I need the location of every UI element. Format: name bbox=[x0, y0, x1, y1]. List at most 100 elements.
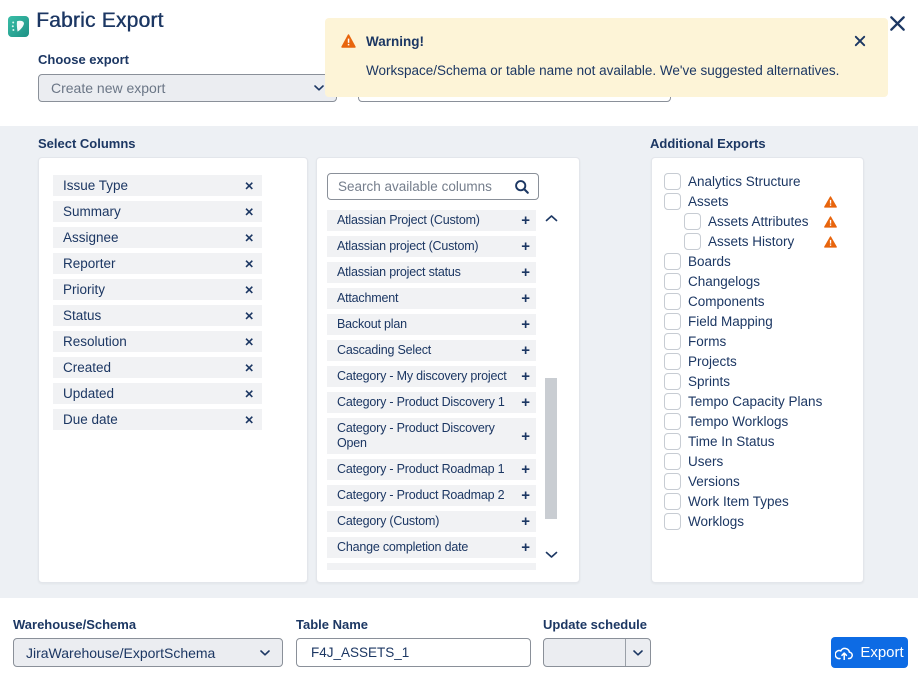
add-column-icon[interactable]: + bbox=[521, 418, 530, 454]
checkbox[interactable] bbox=[664, 413, 681, 430]
additional-export-label: Worklogs bbox=[688, 514, 744, 529]
remove-column-icon[interactable]: ✕ bbox=[244, 257, 254, 271]
add-column-icon[interactable]: + bbox=[521, 485, 530, 506]
additional-export-label: Assets bbox=[688, 194, 729, 209]
export-button[interactable]: Export bbox=[831, 637, 908, 668]
available-column-label: Category - Product Roadmap 2 bbox=[337, 488, 504, 503]
additional-export-label: Users bbox=[688, 454, 723, 469]
additional-export-label: Changelogs bbox=[688, 274, 760, 289]
scrollbar-thumb[interactable] bbox=[545, 378, 557, 519]
remove-column-icon[interactable]: ✕ bbox=[244, 335, 254, 349]
add-column-icon[interactable]: + bbox=[521, 288, 530, 309]
choose-export-select[interactable]: Create new export bbox=[38, 74, 337, 102]
selected-column-label: Summary bbox=[63, 204, 244, 219]
additional-export-row: Sprints bbox=[664, 371, 855, 391]
available-column-item-partial bbox=[327, 563, 536, 570]
available-column-item: Backout plan + bbox=[327, 314, 536, 335]
available-column-label: Category - Product Discovery Open bbox=[337, 421, 507, 451]
checkbox[interactable] bbox=[664, 193, 681, 210]
additional-export-label: Components bbox=[688, 294, 765, 309]
additional-export-row: Analytics Structure bbox=[664, 171, 855, 191]
warning-title: Warning! bbox=[366, 34, 424, 49]
dialog-close-icon[interactable] bbox=[889, 15, 906, 37]
additional-export-row: Projects bbox=[664, 351, 855, 371]
add-column-icon[interactable]: + bbox=[521, 459, 530, 480]
available-column-label: Backout plan bbox=[337, 317, 407, 332]
additional-export-label: Field Mapping bbox=[688, 314, 773, 329]
available-column-item: Category - My discovery project+ bbox=[327, 366, 536, 387]
add-column-icon[interactable]: + bbox=[521, 262, 530, 283]
remove-column-icon[interactable]: ✕ bbox=[244, 413, 254, 427]
additional-exports-label: Additional Exports bbox=[650, 136, 766, 151]
table-name-input[interactable]: F4J_ASSETS_1 bbox=[296, 638, 531, 667]
remove-column-icon[interactable]: ✕ bbox=[244, 205, 254, 219]
select-columns-label: Select Columns bbox=[38, 136, 136, 151]
checkbox[interactable] bbox=[664, 333, 681, 350]
available-column-label: Attachment bbox=[337, 291, 398, 306]
scrollbar[interactable] bbox=[543, 210, 559, 562]
remove-column-icon[interactable]: ✕ bbox=[244, 387, 254, 401]
additional-export-row: Time In Status bbox=[664, 431, 855, 451]
selected-column-label: Resolution bbox=[63, 334, 244, 349]
selected-column-label: Due date bbox=[63, 412, 244, 427]
update-schedule-select[interactable] bbox=[543, 638, 651, 667]
choose-export-label: Choose export bbox=[38, 52, 129, 67]
available-column-item: Change completion date+ bbox=[327, 537, 536, 558]
checkbox[interactable] bbox=[664, 273, 681, 290]
add-column-icon[interactable]: + bbox=[521, 537, 530, 558]
add-column-icon[interactable]: + bbox=[521, 366, 530, 387]
add-column-icon[interactable]: + bbox=[521, 340, 530, 361]
add-column-icon[interactable]: + bbox=[521, 236, 530, 257]
checkbox[interactable] bbox=[664, 173, 681, 190]
additional-export-label: Assets Attributes bbox=[708, 214, 809, 229]
checkbox[interactable] bbox=[664, 373, 681, 390]
add-column-icon[interactable]: + bbox=[521, 210, 530, 231]
add-column-icon[interactable]: + bbox=[521, 314, 530, 335]
checkbox[interactable] bbox=[664, 393, 681, 410]
checkbox[interactable] bbox=[664, 313, 681, 330]
search-icon bbox=[514, 179, 530, 195]
additional-export-row: Assets Attributes bbox=[664, 211, 855, 231]
add-column-icon[interactable]: + bbox=[521, 392, 530, 413]
additional-export-row: Work Item Types bbox=[664, 491, 855, 511]
available-column-label: Category (Custom) bbox=[337, 514, 439, 529]
available-column-label: Category - Product Discovery 1 bbox=[337, 395, 505, 410]
checkbox[interactable] bbox=[664, 253, 681, 270]
warning-close-icon[interactable] bbox=[854, 34, 866, 52]
available-column-item: Category - Product Roadmap 1 + bbox=[327, 459, 536, 480]
checkbox[interactable] bbox=[684, 233, 701, 250]
available-column-label: Cascading Select bbox=[337, 343, 431, 358]
remove-column-icon[interactable]: ✕ bbox=[244, 361, 254, 375]
search-input[interactable]: Search available columns bbox=[327, 173, 539, 200]
checkbox[interactable] bbox=[664, 453, 681, 470]
remove-column-icon[interactable]: ✕ bbox=[244, 179, 254, 193]
remove-column-icon[interactable]: ✕ bbox=[244, 309, 254, 323]
additional-export-row: Assets bbox=[664, 191, 855, 211]
checkbox[interactable] bbox=[664, 353, 681, 370]
remove-column-icon[interactable]: ✕ bbox=[244, 283, 254, 297]
selected-column-item: Assignee✕ bbox=[53, 227, 262, 248]
selected-column-item: Resolution✕ bbox=[53, 331, 262, 352]
checkbox[interactable] bbox=[664, 293, 681, 310]
checkbox[interactable] bbox=[664, 493, 681, 510]
available-column-label: Atlassian Project (Custom) bbox=[337, 213, 480, 228]
scroll-up-icon[interactable] bbox=[544, 210, 558, 226]
table-name-value: F4J_ASSETS_1 bbox=[297, 645, 409, 660]
additional-exports-panel: Analytics Structure Assets Assets Attribut… bbox=[651, 157, 864, 583]
remove-column-icon[interactable]: ✕ bbox=[244, 231, 254, 245]
scroll-down-icon[interactable] bbox=[544, 546, 558, 562]
add-column-icon[interactable]: + bbox=[521, 511, 530, 532]
checkbox[interactable] bbox=[664, 473, 681, 490]
checkbox[interactable] bbox=[684, 213, 701, 230]
selected-column-item: Issue Type✕ bbox=[53, 175, 262, 196]
selected-columns-panel: Issue Type✕Summary✕Assignee✕Reporter✕Pri… bbox=[38, 157, 308, 583]
additional-export-row: Versions bbox=[664, 471, 855, 491]
chevron-down-icon[interactable] bbox=[625, 639, 650, 666]
warehouse-schema-value: JiraWarehouse/ExportSchema bbox=[14, 645, 260, 661]
export-icon bbox=[835, 646, 853, 660]
selected-column-label: Priority bbox=[63, 282, 244, 297]
checkbox[interactable] bbox=[664, 513, 681, 530]
available-column-label: Category - Product Roadmap 1 bbox=[337, 462, 504, 477]
checkbox[interactable] bbox=[664, 433, 681, 450]
warehouse-schema-select[interactable]: JiraWarehouse/ExportSchema bbox=[13, 638, 283, 667]
